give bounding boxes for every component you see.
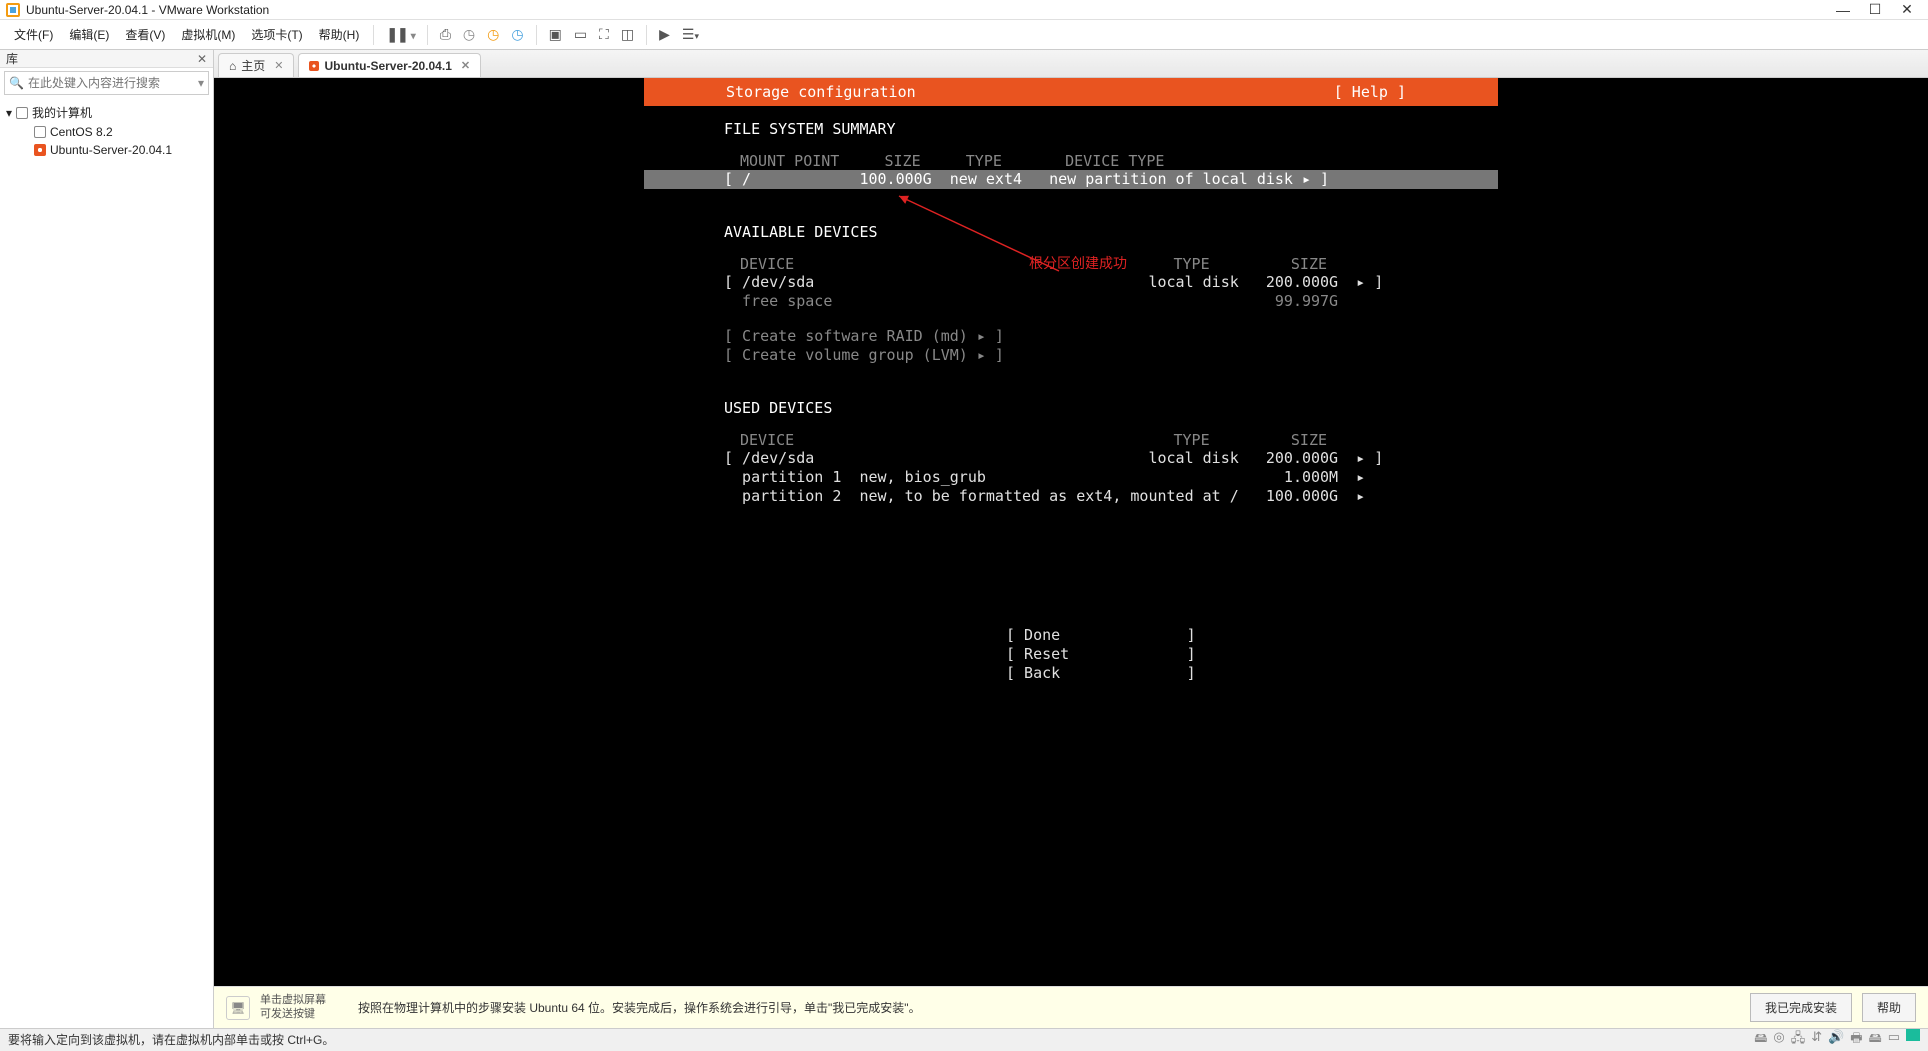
available-device-row[interactable]: [ /dev/sda local disk 200.000G ▸ ] bbox=[644, 273, 1498, 292]
tab-vm-label: Ubuntu-Server-20.04.1 bbox=[324, 59, 451, 73]
library-tree: ▾ 我的计算机 CentOS 8.2 Ubuntu-Server-20.04.1 bbox=[0, 98, 213, 163]
printer-icon[interactable]: 🖶 bbox=[1850, 1029, 1862, 1051]
annotation-text: 根分区创建成功 bbox=[1029, 253, 1127, 273]
drive-icon[interactable]: 🖴 bbox=[1869, 1029, 1882, 1051]
done-button[interactable]: [ Done ] bbox=[644, 626, 1498, 645]
fs-headers: MOUNT POINT SIZE TYPE DEVICE TYPE bbox=[644, 152, 1498, 170]
info-bar: 🖥 单击虚拟屏幕 可发送按键 按照在物理计算机中的步骤安装 Ubuntu 64 … bbox=[214, 986, 1928, 1028]
library-close-icon[interactable]: ✕ bbox=[197, 52, 207, 66]
view-console-icon[interactable]: ▭ bbox=[570, 23, 591, 46]
display-icon[interactable]: ▭ bbox=[1888, 1029, 1900, 1051]
installer-title: Storage configuration bbox=[656, 78, 1334, 106]
computer-icon bbox=[16, 107, 28, 119]
tree-item-ubuntu[interactable]: Ubuntu-Server-20.04.1 bbox=[4, 141, 209, 159]
install-done-button[interactable]: 我已完成安装 bbox=[1750, 993, 1852, 1022]
sound-icon[interactable]: 🔊 bbox=[1828, 1029, 1844, 1051]
library-header: 库 ✕ bbox=[0, 50, 213, 68]
export-icon[interactable]: ▶ bbox=[655, 23, 674, 46]
menubar: 文件(F) 编辑(E) 查看(V) 虚拟机(M) 选项卡(T) 帮助(H) ❚❚… bbox=[0, 20, 1928, 50]
clock2-icon[interactable]: ◷ bbox=[483, 23, 503, 46]
vm-icon bbox=[34, 126, 46, 138]
tree-root-label: 我的计算机 bbox=[32, 104, 92, 121]
minimize-button[interactable]: — bbox=[1836, 3, 1850, 17]
tab-close-icon[interactable]: ✕ bbox=[274, 59, 283, 72]
ubuntu-icon bbox=[34, 144, 46, 156]
installer-header: Storage configuration [ Help ] bbox=[644, 78, 1498, 106]
view-fullscreen-icon[interactable]: ⛶ bbox=[595, 23, 613, 46]
app-icon bbox=[6, 3, 20, 17]
usb-icon[interactable]: ⇵ bbox=[1811, 1029, 1822, 1051]
clock1-icon[interactable]: ◷ bbox=[459, 23, 479, 46]
fs-row-root[interactable]: [ / 100.000G new ext4 new partition of l… bbox=[644, 170, 1498, 189]
tree-root[interactable]: ▾ 我的计算机 bbox=[4, 102, 209, 123]
menu-edit[interactable]: 编辑(E) bbox=[63, 23, 115, 46]
tab-home[interactable]: ⌂ 主页 ✕ bbox=[218, 53, 294, 77]
fs-summary-heading: FILE SYSTEM SUMMARY bbox=[644, 120, 1498, 138]
reset-button[interactable]: [ Reset ] bbox=[644, 645, 1498, 664]
create-lvm-button[interactable]: [ Create volume group (LVM) ▸ ] bbox=[644, 346, 1498, 365]
window-title: Ubuntu-Server-20.04.1 - VMware Workstati… bbox=[26, 3, 1836, 17]
search-dropdown-icon[interactable]: ▾ bbox=[198, 76, 204, 90]
home-icon: ⌂ bbox=[229, 59, 236, 73]
collapse-icon: ▾ bbox=[6, 106, 12, 120]
back-button[interactable]: [ Back ] bbox=[644, 664, 1498, 683]
menu-help[interactable]: 帮助(H) bbox=[313, 23, 366, 46]
free-space-row[interactable]: free space 99.997G bbox=[644, 292, 1498, 311]
info-hint: 单击虚拟屏幕 可发送按键 bbox=[260, 994, 348, 1020]
network-icon[interactable]: 🖧 bbox=[1791, 1029, 1806, 1051]
tree-item-centos[interactable]: CentOS 8.2 bbox=[4, 123, 209, 141]
view-unity-icon[interactable]: ◫ bbox=[617, 23, 638, 46]
pause-button[interactable]: ❚❚ ▾ bbox=[382, 23, 418, 46]
help-button[interactable]: [ Help ] bbox=[1334, 78, 1486, 106]
info-icon: 🖥 bbox=[226, 996, 250, 1020]
library-search[interactable]: 🔍 ▾ bbox=[4, 71, 209, 95]
tab-close-icon[interactable]: ✕ bbox=[461, 59, 470, 72]
clock3-icon[interactable]: ◷ bbox=[507, 23, 527, 46]
view-single-icon[interactable]: ▣ bbox=[545, 23, 566, 46]
create-raid-button[interactable]: [ Create software RAID (md) ▸ ] bbox=[644, 327, 1498, 346]
tabstrip: ⌂ 主页 ✕ Ubuntu-Server-20.04.1 ✕ bbox=[214, 50, 1928, 78]
maximize-button[interactable]: ☐ bbox=[1868, 3, 1882, 17]
snapshot-button[interactable]: ⎙ bbox=[436, 23, 455, 46]
content-area: ⌂ 主页 ✕ Ubuntu-Server-20.04.1 ✕ Storage c… bbox=[214, 50, 1928, 1028]
used-device-row[interactable]: [ /dev/sda local disk 200.000G ▸ ] bbox=[644, 449, 1498, 468]
used-devices-heading: USED DEVICES bbox=[644, 399, 1498, 417]
library-label: 库 bbox=[6, 50, 18, 67]
window-titlebar: Ubuntu-Server-20.04.1 - VMware Workstati… bbox=[0, 0, 1928, 20]
status-indicator[interactable] bbox=[1906, 1029, 1920, 1041]
status-bar: 要将输入定向到该虚拟机，请在虚拟机内部单击或按 Ctrl+G。 🖴 ◎ 🖧 ⇵ … bbox=[0, 1028, 1928, 1050]
used-headers: DEVICE TYPE SIZE bbox=[644, 431, 1498, 449]
tab-vm[interactable]: Ubuntu-Server-20.04.1 ✕ bbox=[298, 53, 481, 77]
tree-item-label: CentOS 8.2 bbox=[50, 125, 113, 139]
close-button[interactable]: ✕ bbox=[1900, 3, 1914, 17]
status-text: 要将输入定向到该虚拟机，请在虚拟机内部单击或按 Ctrl+G。 bbox=[8, 1031, 334, 1048]
partition-2-row[interactable]: partition 2 new, to be formatted as ext4… bbox=[644, 487, 1498, 506]
tool-dropdown-icon[interactable]: ☰▾ bbox=[678, 23, 703, 46]
ubuntu-icon bbox=[309, 61, 319, 71]
tree-item-label: Ubuntu-Server-20.04.1 bbox=[50, 143, 172, 157]
vm-screen[interactable]: Storage configuration [ Help ] FILE SYST… bbox=[214, 78, 1928, 986]
library-sidebar: 库 ✕ 🔍 ▾ ▾ 我的计算机 CentOS 8.2 Ubuntu-Server… bbox=[0, 50, 214, 1028]
help-button[interactable]: 帮助 bbox=[1862, 993, 1916, 1022]
disk-icon[interactable]: 🖴 bbox=[1754, 1029, 1767, 1051]
available-devices-heading: AVAILABLE DEVICES bbox=[644, 223, 1498, 241]
search-input[interactable] bbox=[28, 76, 198, 90]
cd-icon[interactable]: ◎ bbox=[1773, 1029, 1784, 1051]
search-icon: 🔍 bbox=[9, 76, 24, 90]
status-tray: 🖴 ◎ 🖧 ⇵ 🔊 🖶 🖴 ▭ bbox=[1754, 1029, 1920, 1051]
tab-home-label: 主页 bbox=[241, 57, 265, 74]
info-text: 按照在物理计算机中的步骤安装 Ubuntu 64 位。安装完成后，操作系统会进行… bbox=[358, 999, 1740, 1016]
partition-1-row[interactable]: partition 1 new, bios_grub 1.000M ▸ bbox=[644, 468, 1498, 487]
menu-view[interactable]: 查看(V) bbox=[119, 23, 171, 46]
menu-file[interactable]: 文件(F) bbox=[8, 23, 59, 46]
menu-vm[interactable]: 虚拟机(M) bbox=[175, 23, 241, 46]
menu-tabs[interactable]: 选项卡(T) bbox=[245, 23, 308, 46]
